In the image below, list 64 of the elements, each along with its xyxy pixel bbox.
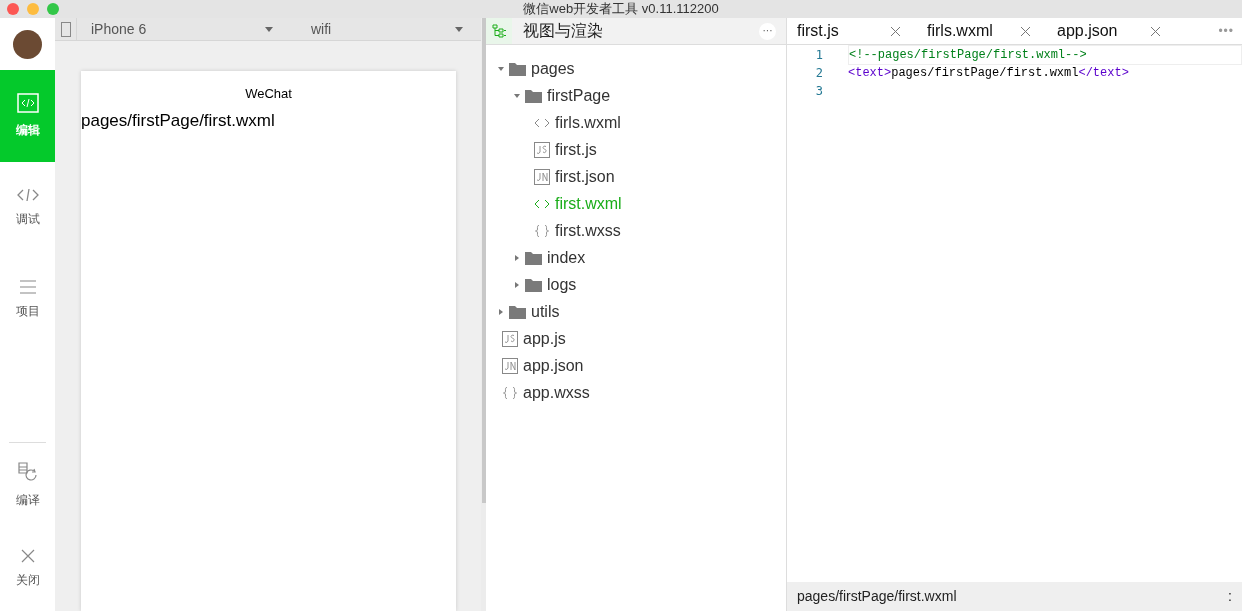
- file-row[interactable]: first.json: [486, 163, 786, 190]
- braces-icon: [502, 386, 518, 399]
- network-dropdown[interactable]: wifi: [285, 18, 481, 40]
- folder-row[interactable]: index: [486, 244, 786, 271]
- editor-tab[interactable]: app.json: [1047, 19, 1177, 43]
- page-text: pages/firstPage/first.wxml: [81, 109, 276, 132]
- caret-right-icon: [514, 254, 520, 261]
- folder-row[interactable]: pages: [486, 55, 786, 82]
- editor-tab[interactable]: first.js: [787, 19, 917, 43]
- close-icon[interactable]: [891, 26, 900, 36]
- sidebar-button[interactable]: 关闭: [0, 527, 55, 611]
- zoom-window-button[interactable]: [47, 3, 59, 15]
- braces-icon: [534, 224, 550, 237]
- file-row[interactable]: firls.wxml: [486, 109, 786, 136]
- folder-row[interactable]: utils: [486, 298, 786, 325]
- line-number: 2: [814, 65, 823, 82]
- tree-structure-icon[interactable]: [492, 24, 506, 38]
- file-row[interactable]: app.wxss: [486, 379, 786, 406]
- js-file-icon: [502, 330, 518, 347]
- caret-down-icon: [455, 26, 463, 32]
- js-file-icon: [534, 141, 550, 158]
- file-row[interactable]: first.wxss: [486, 217, 786, 244]
- folder-icon: [509, 61, 526, 76]
- caret-down-icon: [265, 26, 273, 32]
- scrollbar[interactable]: [481, 18, 486, 503]
- close-icon: [20, 549, 35, 563]
- caret-down-icon: [514, 92, 520, 99]
- window-title: 微信web开发者工具 v0.11.112200: [523, 0, 719, 19]
- nav-title: WeChat: [245, 85, 292, 103]
- close-icon[interactable]: [1151, 26, 1160, 36]
- file-row[interactable]: first.js: [486, 136, 786, 163]
- editor-tab[interactable]: firls.wxml: [917, 19, 1047, 43]
- caret-right-icon: [498, 308, 504, 315]
- angle-brackets-icon: [534, 117, 550, 128]
- file-row[interactable]: app.json: [486, 352, 786, 379]
- sidebar-button[interactable]: 编译: [0, 443, 55, 527]
- panel-title: 视图与渲染: [523, 21, 603, 41]
- json-file-icon: [534, 168, 550, 185]
- close-window-button[interactable]: [7, 3, 19, 15]
- file-row[interactable]: app.js: [486, 325, 786, 352]
- folder-icon: [525, 88, 542, 103]
- folder-row[interactable]: firstPage: [486, 82, 786, 109]
- phone-icon[interactable]: [60, 21, 71, 37]
- refresh-document-icon: [16, 461, 39, 483]
- line-number: 1: [814, 47, 823, 64]
- close-icon[interactable]: [1021, 26, 1030, 36]
- folder-row[interactable]: logs: [486, 271, 786, 298]
- code-icon: [16, 188, 39, 202]
- caret-down-icon: [498, 65, 504, 72]
- device-dropdown[interactable]: iPhone 6: [77, 18, 285, 40]
- angle-brackets-icon: [534, 198, 550, 209]
- avatar[interactable]: [13, 29, 42, 59]
- caret-right-icon: [514, 281, 520, 288]
- code-icon: [16, 93, 39, 113]
- menu-icon: [18, 280, 37, 294]
- folder-icon: [525, 277, 542, 292]
- cursor-position: :: [1228, 587, 1232, 606]
- folder-icon: [509, 304, 526, 319]
- folder-icon: [525, 250, 542, 265]
- file-path: pages/firstPage/first.wxml: [797, 587, 957, 606]
- code-line: <text>pages/firstPage/first.wxml</text>: [848, 65, 1129, 82]
- line-number: 3: [814, 83, 823, 100]
- more-button[interactable]: ···: [759, 22, 776, 40]
- json-file-icon: [502, 357, 518, 374]
